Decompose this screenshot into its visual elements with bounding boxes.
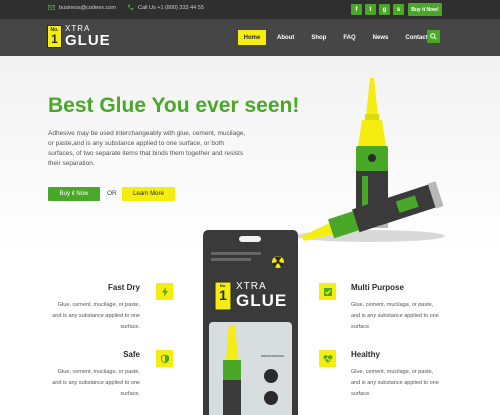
feature-title-multi-purpose: Multi Purpose — [351, 283, 404, 292]
hero-description: Adhesive may be used interchangeably wit… — [48, 130, 246, 167]
feature-text-line: and is any substance applied to one — [351, 380, 439, 386]
nav-item-shop[interactable]: Shop — [305, 30, 332, 45]
feature-text-line: surface. — [120, 391, 140, 397]
package-brand: XTRA GLUE — [236, 282, 288, 310]
package-one: 1 — [219, 287, 227, 303]
shield-icon — [156, 350, 173, 367]
social-links: f t g s — [351, 4, 404, 15]
glue-tubes-image — [295, 78, 445, 242]
facebook-icon[interactable]: f — [351, 4, 362, 15]
feature-text-line: Glue, cement, mucilage, or paste, — [57, 302, 140, 308]
hero-section: Best Glue You ever seen! Adhesive may be… — [0, 56, 500, 256]
feature-text-multi-purpose: Glue, cement, mucilage, or paste, and is… — [351, 300, 461, 333]
nav-item-news[interactable]: News — [367, 30, 395, 45]
feature-text-healthy: Glue, cement, mucilage, or paste, and is… — [351, 367, 461, 400]
phone-icon — [128, 4, 134, 10]
search-icon — [430, 33, 437, 40]
feature-text-line: and is any substance applied to one — [52, 313, 140, 319]
nav-menu: Home About Shop FAQ News Contact — [238, 30, 439, 45]
nav-item-home[interactable]: Home — [238, 30, 266, 45]
feature-title-fast-dry: Fast Dry — [107, 283, 140, 292]
feature-text-line: Glue, cement, mucilage, or paste, — [351, 302, 434, 308]
hero-title: Best Glue You ever seen! — [48, 94, 300, 117]
package-glue: GLUE — [236, 291, 288, 310]
envelope-icon — [48, 5, 55, 10]
feature-title-safe: Safe — [123, 350, 140, 359]
logo-badge: No. 1 — [47, 25, 62, 48]
package-card — [203, 230, 298, 415]
package-pro-label: PROFESSIONAL — [261, 354, 285, 358]
twitter-icon[interactable]: t — [365, 4, 376, 15]
feature-text-line: and is any substance applied to one — [52, 380, 140, 386]
email-info[interactable]: business@codeex.com — [48, 4, 116, 11]
package-badge: No. 1 — [218, 284, 228, 303]
logo[interactable]: No. 1 XTRA GLUE — [47, 25, 111, 48]
feature-text-safe: Glue, cement, mucilage, or paste, and is… — [30, 367, 140, 400]
lightning-icon — [156, 283, 173, 300]
buy-now-top-button[interactable]: Buy it Now! — [408, 3, 442, 16]
feature-text-line: surface. — [351, 324, 371, 330]
main-nav: No. 1 XTRA GLUE Home About Shop FAQ News… — [0, 19, 500, 56]
or-label: OR — [107, 190, 117, 197]
phone-text: Call Us +1 (800) 333 44 55 — [138, 4, 204, 11]
nav-item-about[interactable]: About — [271, 30, 300, 45]
heartbeat-icon — [319, 350, 336, 367]
learn-more-button[interactable]: Learn More — [122, 187, 175, 201]
logo-glue: GLUE — [65, 32, 111, 49]
email-text: business@codeex.com — [59, 4, 116, 11]
buy-it-now-button[interactable]: Buy it Now — [48, 187, 100, 201]
nav-item-faq[interactable]: FAQ — [337, 30, 361, 45]
search-button[interactable] — [427, 30, 440, 43]
top-bar: business@codeex.com Call Us +1 (800) 333… — [0, 0, 500, 19]
feature-text-line: surface. — [351, 391, 371, 397]
feature-text-line: and is any substance applied to one — [351, 313, 439, 319]
skype-icon[interactable]: s — [393, 4, 404, 15]
logo-one: 1 — [51, 32, 58, 46]
feature-text-fast-dry: Glue, cement, mucilage, or paste, and is… — [30, 300, 140, 333]
feature-text-line: Glue, cement, mucilage, or paste, — [57, 369, 140, 375]
product-package-image: No. 1 XTRA GLUE PROFESSIONAL — [203, 230, 298, 415]
google-plus-icon[interactable]: g — [379, 4, 390, 15]
feature-text-line: surface. — [120, 324, 140, 330]
phone-info[interactable]: Call Us +1 (800) 333 44 55 — [127, 4, 204, 11]
logo-text: XTRA GLUE — [65, 25, 111, 49]
checkbox-icon — [319, 283, 336, 300]
feature-text-line: Glue, cement, mucilage, or paste, — [351, 369, 434, 375]
feature-title-healthy: Healthy — [351, 350, 380, 359]
